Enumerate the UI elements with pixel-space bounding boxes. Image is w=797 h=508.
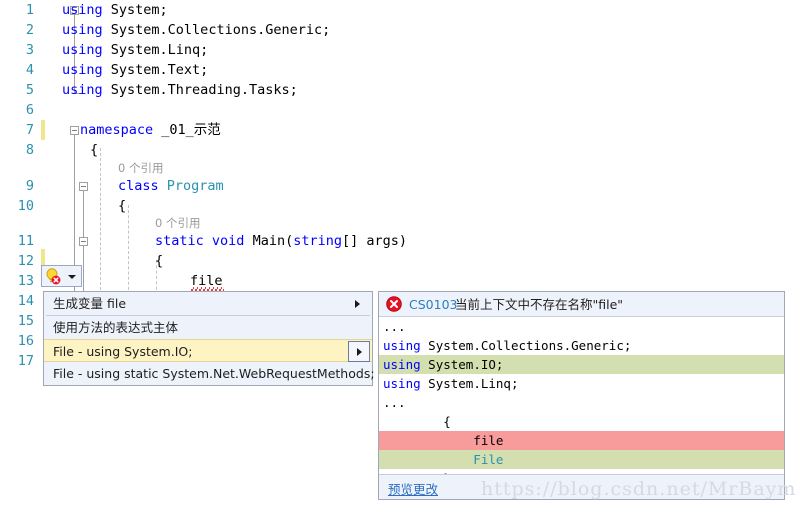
keyword-void: void	[211, 233, 245, 249]
quick-actions-context-menu[interactable]: 生成变量 file 使用方法的表达式主体 File - using System…	[43, 291, 375, 386]
diff-line-added: File	[379, 450, 784, 469]
menu-item-label: 生成变量 file	[53, 296, 127, 311]
diff-text: file	[383, 433, 504, 448]
code-line-12: {	[155, 251, 163, 271]
keyword-using: using	[62, 2, 103, 18]
diff-line-removed: file	[379, 431, 784, 450]
diff-line: ...	[379, 393, 784, 412]
change-bar	[41, 120, 45, 140]
indent-guide	[128, 205, 129, 295]
menu-item-file-using-static-webrequestmethods[interactable]: File - using static System.Net.WebReques…	[44, 362, 375, 385]
menu-item-file-using-system-io[interactable]: File - using System.IO;	[44, 339, 372, 362]
keyword-using: using	[62, 42, 103, 58]
diff-text: System.IO;	[428, 357, 504, 372]
keyword-namespace: namespace	[80, 122, 154, 138]
line-number: 8	[25, 142, 34, 158]
brace: {	[155, 253, 164, 269]
method-params: [] args)	[342, 233, 408, 249]
submenu-expand-button[interactable]	[348, 341, 370, 362]
line-number: 13	[17, 273, 34, 289]
diff-line: {	[379, 412, 784, 431]
class-name: Program	[166, 178, 224, 194]
line-number: 16	[17, 333, 34, 349]
code-line-1: using System;	[62, 0, 168, 20]
line-number: 10	[17, 198, 34, 214]
keyword-using: using	[383, 376, 421, 391]
method-name: Main(	[252, 233, 294, 249]
chevron-down-icon	[68, 275, 76, 279]
namespace-name: _01_示范	[161, 122, 221, 138]
diff-text: ...	[383, 319, 406, 334]
line-number: 4	[25, 62, 34, 78]
diff-line: ...	[379, 317, 784, 336]
outline-toggle-method[interactable]	[79, 237, 88, 246]
namespace-ref: System.Collections.Generic;	[110, 22, 331, 38]
brace: {	[90, 142, 99, 158]
preview-changes-link[interactable]: 预览更改	[388, 479, 438, 498]
code-line-4: using System.Text;	[62, 60, 208, 80]
line-number: 12	[17, 253, 34, 269]
menu-item-label: 使用方法的表达式主体	[53, 320, 179, 335]
codelens-class-references[interactable]: 0 个引用	[118, 160, 163, 176]
line-number: 7	[25, 122, 34, 138]
diff-text: System.Collections.Generic;	[428, 338, 632, 353]
chevron-right-icon	[355, 300, 360, 308]
line-number: 9	[25, 178, 34, 194]
preview-footer: 预览更改	[379, 474, 784, 499]
diff-text: System.Linq;	[428, 376, 519, 391]
keyword-using: using	[62, 62, 103, 78]
line-number: 11	[17, 233, 34, 249]
lightbulb-error-icon	[46, 268, 61, 285]
menu-item-label: File - using static System.Net.WebReques…	[53, 366, 375, 381]
code-line-11: static void Main(string[] args)	[155, 231, 407, 251]
error-message: 当前上下文中不存在名称"file"	[455, 297, 624, 312]
code-line-2: using System.Collections.Generic;	[62, 20, 330, 40]
line-number: 1	[25, 2, 34, 18]
code-line-5: using System.Threading.Tasks;	[62, 80, 298, 100]
line-number: 6	[25, 102, 34, 118]
keyword-using: using	[383, 338, 421, 353]
outline-toggle-namespace[interactable]	[70, 126, 79, 135]
diff-text: ...	[383, 395, 406, 410]
namespace-ref: System;	[110, 2, 168, 18]
namespace-ref: System.Threading.Tasks;	[110, 82, 298, 98]
brace: {	[118, 198, 127, 214]
outline-toggle-class[interactable]	[79, 182, 88, 191]
code-line-8: {	[90, 140, 98, 160]
diff-line: using System.Collections.Generic;	[379, 336, 784, 355]
quick-actions-preview-panel: CS0103 当前上下文中不存在名称"file" ... using Syste…	[378, 291, 785, 500]
line-number: 14	[17, 293, 34, 309]
codelens-method-references[interactable]: 0 个引用	[155, 215, 200, 231]
keyword-using: using	[62, 22, 103, 38]
preview-header: CS0103 当前上下文中不存在名称"file"	[379, 292, 784, 317]
error-code-link[interactable]: CS0103	[409, 292, 457, 317]
line-number: 2	[25, 22, 34, 38]
line-number: 17	[17, 353, 34, 369]
indent-guide	[100, 148, 101, 295]
diff-line-added: using System.IO;	[379, 355, 784, 374]
keyword-string: string	[293, 233, 342, 249]
menu-item-use-expression-body[interactable]: 使用方法的表达式主体	[44, 316, 372, 339]
keyword-class: class	[118, 178, 159, 194]
code-line-10: {	[118, 196, 126, 216]
keyword-using: using	[62, 82, 103, 98]
quick-actions-lightbulb-button[interactable]	[41, 265, 82, 287]
menu-item-label: File - using System.IO;	[53, 344, 193, 359]
code-line-7: namespace _01_示范	[80, 120, 221, 140]
line-number: 3	[25, 42, 34, 58]
diff-line: using System.Linq;	[379, 374, 784, 393]
keyword-using: using	[383, 357, 421, 372]
keyword-static: static	[155, 233, 204, 249]
preview-diff-body: ... using System.Collections.Generic; us…	[379, 317, 784, 474]
diff-text: File	[383, 452, 504, 467]
namespace-ref: System.Linq;	[110, 42, 209, 58]
line-number: 5	[25, 82, 34, 98]
code-line-3: using System.Linq;	[62, 40, 208, 60]
line-number: 15	[17, 313, 34, 329]
code-line-9: class Program	[118, 176, 224, 196]
diff-text: {	[383, 414, 451, 429]
namespace-ref: System.Text;	[110, 62, 209, 78]
menu-item-generate-variable[interactable]: 生成变量 file	[44, 292, 372, 315]
error-circle-icon	[386, 296, 402, 312]
